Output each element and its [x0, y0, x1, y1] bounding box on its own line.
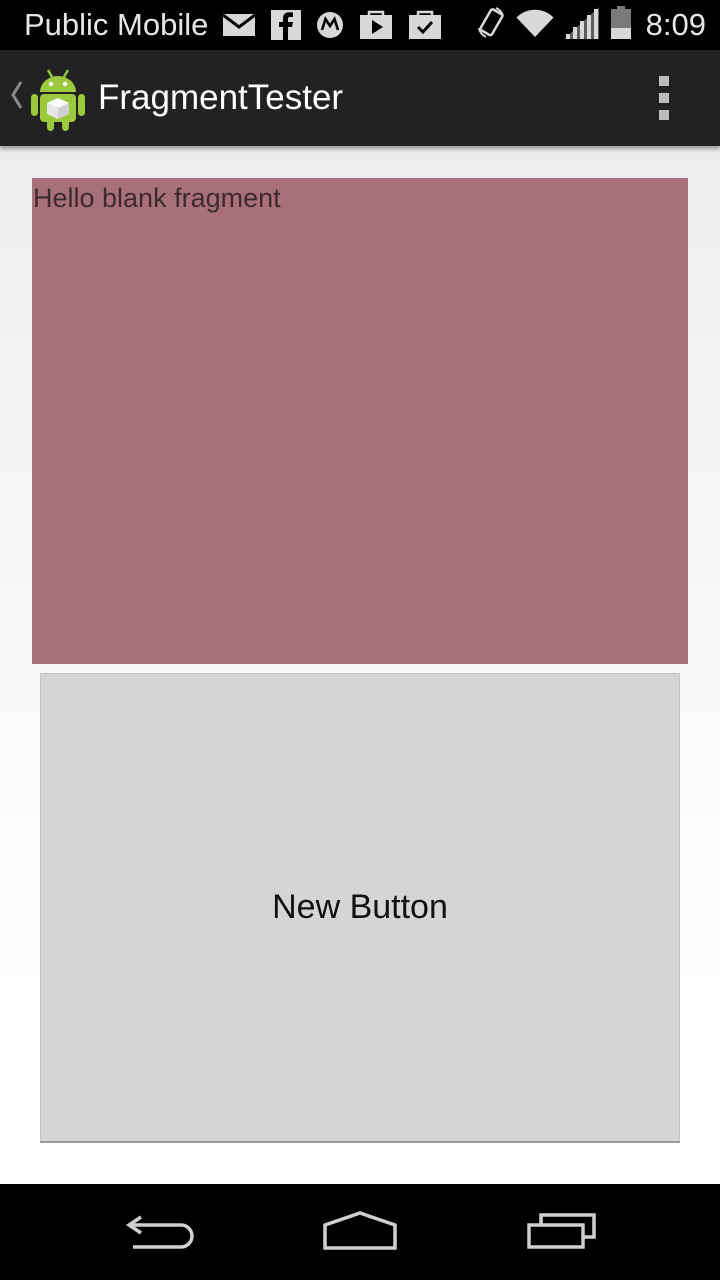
clock: 8:09 — [645, 7, 706, 42]
recents-icon — [526, 1211, 598, 1256]
action-bar: FragmentTester — [0, 50, 720, 146]
chevron-left-icon[interactable] — [8, 80, 24, 115]
system-icons: 8:09 — [476, 5, 706, 45]
home-button[interactable] — [300, 1198, 420, 1268]
screen: Public Mobile 8:09 FragmentTester Hello … — [0, 0, 720, 1280]
motorola-icon — [316, 11, 344, 39]
back-button[interactable] — [100, 1198, 220, 1268]
android-robot-icon[interactable] — [28, 64, 88, 137]
home-icon — [322, 1210, 398, 1256]
screen-rotation-icon — [476, 6, 506, 45]
blank-fragment: Hello blank fragment — [32, 178, 688, 664]
signal-icon — [563, 6, 600, 44]
notification-icons — [222, 10, 442, 40]
play-store-icon — [359, 10, 393, 40]
overflow-dot — [659, 93, 669, 103]
fragment-text: Hello blank fragment — [33, 183, 281, 213]
status-bar: Public Mobile 8:09 — [0, 0, 720, 50]
navigation-bar — [0, 1184, 720, 1280]
new-button-label: New Button — [272, 888, 448, 926]
facebook-icon — [271, 10, 302, 40]
overflow-dot — [659, 110, 669, 120]
gmail-icon — [222, 12, 257, 38]
back-icon — [125, 1211, 195, 1256]
overflow-dot — [659, 76, 669, 86]
recents-button[interactable] — [502, 1198, 622, 1268]
wifi-icon — [516, 8, 554, 43]
carrier-name: Public Mobile — [24, 7, 209, 42]
new-button[interactable]: New Button — [40, 673, 680, 1143]
play-store-update-icon — [408, 10, 442, 40]
battery-icon — [610, 5, 632, 45]
app-title: FragmentTester — [98, 78, 344, 117]
overflow-menu-icon[interactable] — [640, 70, 688, 126]
